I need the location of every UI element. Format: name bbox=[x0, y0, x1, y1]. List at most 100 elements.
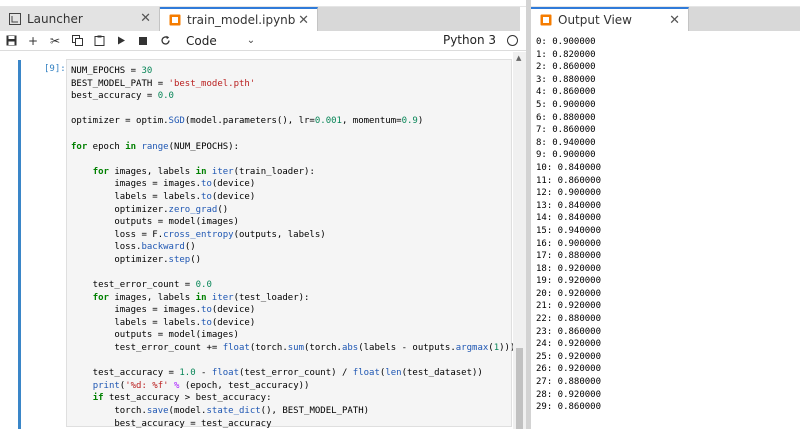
chevron-down-icon: ⌄ bbox=[246, 35, 256, 46]
code-token: (test_loader): bbox=[233, 292, 310, 303]
code-line[interactable]: for epoch in range(NUM_EPOCHS): bbox=[71, 141, 521, 154]
code-token: sum bbox=[287, 343, 305, 354]
code-line[interactable]: torch.save(model.state_dict(), BEST_MODE… bbox=[71, 405, 521, 418]
code-token: best_accuracy = bbox=[71, 91, 158, 102]
code-token: labels = labels. bbox=[71, 317, 202, 328]
code-token: 0.0 bbox=[157, 91, 174, 102]
code-line[interactable] bbox=[71, 267, 521, 280]
output-line: 13: 0.840000 bbox=[536, 200, 602, 211]
close-icon[interactable]: ✕ bbox=[669, 13, 680, 28]
code-line[interactable]: for images, labels in iter(train_loader)… bbox=[71, 166, 521, 179]
code-token: argmax bbox=[455, 343, 489, 354]
code-token: if bbox=[92, 393, 104, 404]
output-line: 2: 0.860000 bbox=[536, 62, 596, 73]
code-line[interactable]: for images, labels in iter(test_loader): bbox=[71, 292, 521, 305]
output-line: 16: 0.900000 bbox=[536, 238, 602, 249]
copy-icon[interactable] bbox=[66, 31, 88, 51]
code-token: (train_loader): bbox=[233, 166, 315, 177]
code-line[interactable] bbox=[71, 128, 521, 141]
code-token: (outputs, labels) bbox=[233, 229, 326, 240]
kernel-name[interactable]: Python 3 bbox=[443, 33, 496, 47]
code-line[interactable]: BEST_MODEL_PATH = 'best_model.pth' bbox=[71, 78, 521, 91]
stop-icon[interactable] bbox=[132, 31, 154, 51]
output-line: 24: 0.920000 bbox=[536, 339, 602, 350]
code-line[interactable]: loss.backward() bbox=[71, 241, 521, 254]
run-icon[interactable] bbox=[110, 31, 132, 51]
code-line[interactable]: NUM_EPOCHS = 30 bbox=[71, 65, 521, 78]
code-line[interactable]: test_error_count = 0.0 bbox=[71, 279, 521, 292]
tab-launcher[interactable]: Launcher ✕ bbox=[0, 7, 160, 31]
code-token: 0.001 bbox=[314, 116, 342, 127]
restart-icon[interactable] bbox=[154, 31, 176, 51]
code-token: (NUM_EPOCHS): bbox=[168, 141, 240, 152]
scrollbar-thumb[interactable] bbox=[516, 348, 523, 429]
code-line[interactable]: outputs = model(images) bbox=[71, 329, 521, 342]
output-line: 25: 0.920000 bbox=[536, 351, 602, 362]
code-line[interactable]: labels = labels.to(device) bbox=[71, 191, 521, 204]
code-line[interactable] bbox=[71, 355, 521, 368]
cell-type-select[interactable]: Code ⌄ bbox=[186, 34, 255, 48]
output-line: 11: 0.860000 bbox=[536, 175, 602, 186]
code-line[interactable]: test_error_count += float(torch.sum(torc… bbox=[71, 342, 520, 355]
code-token: SGD bbox=[168, 116, 185, 127]
code-line[interactable]: labels = labels.to(device) bbox=[71, 317, 521, 330]
code-line[interactable] bbox=[71, 153, 521, 166]
code-token: 30 bbox=[141, 66, 153, 76]
cut-icon[interactable]: ✂ bbox=[44, 31, 66, 51]
notebook-scrollbar[interactable]: ▲ bbox=[513, 52, 526, 429]
code-token: epoch bbox=[87, 141, 126, 152]
code-token: for bbox=[92, 166, 109, 177]
code-token: (), BEST_MODEL_PATH) bbox=[260, 406, 370, 417]
code-token: in bbox=[125, 141, 137, 152]
code-token: float bbox=[352, 368, 380, 379]
output-line: 7: 0.860000 bbox=[536, 125, 596, 136]
paste-icon[interactable] bbox=[88, 31, 110, 51]
code-token: optimizer. bbox=[71, 254, 169, 265]
tab-train-model[interactable]: train_model.ipynb ✕ bbox=[160, 7, 318, 31]
tab-output-view[interactable]: Output View ✕ bbox=[531, 7, 689, 31]
output-line: 3: 0.880000 bbox=[536, 74, 596, 85]
code-token: BEST_MODEL_PATH = bbox=[71, 78, 169, 89]
scroll-up-icon[interactable]: ▲ bbox=[516, 54, 521, 62]
output-line: 12: 0.900000 bbox=[536, 188, 602, 199]
code-token: (device) bbox=[211, 179, 256, 190]
code-line[interactable]: outputs = model(images) bbox=[71, 216, 521, 229]
code-line[interactable]: optimizer.step() bbox=[71, 254, 521, 267]
output-line: 1: 0.820000 bbox=[536, 49, 596, 60]
code-token: zero_grad bbox=[168, 204, 218, 215]
code-token: torch. bbox=[71, 406, 147, 417]
active-cell-indicator bbox=[18, 60, 21, 429]
code-cell-editor[interactable]: NUM_EPOCHS = 30 BEST_MODEL_PATH = 'best_m… bbox=[66, 59, 521, 429]
code-line[interactable]: best_accuracy = 0.0 bbox=[71, 90, 521, 103]
code-line[interactable]: images = images.to(device) bbox=[71, 304, 521, 317]
code-token: backward bbox=[141, 242, 185, 253]
code-line[interactable]: best_accuracy = test_accuracy bbox=[71, 418, 521, 429]
notebook-panel: [9]: NUM_EPOCHS = 30 BEST_MODEL_PATH = 'b… bbox=[0, 52, 526, 429]
code-line[interactable]: images = images.to(device) bbox=[71, 178, 521, 191]
code-line[interactable]: print('%d: %f' % (epoch, test_accuracy)) bbox=[71, 380, 521, 393]
code-line[interactable]: optimizer.zero_grad() bbox=[71, 204, 521, 217]
close-icon[interactable]: ✕ bbox=[140, 11, 151, 26]
output-line: 22: 0.880000 bbox=[536, 314, 602, 325]
code-token: to bbox=[201, 179, 212, 190]
code-token: (labels - outputs. bbox=[358, 343, 456, 354]
save-icon[interactable] bbox=[0, 31, 22, 51]
close-icon[interactable]: ✕ bbox=[298, 13, 309, 28]
code-line[interactable]: loss = F.cross_entropy(outputs, labels) bbox=[71, 229, 521, 242]
code-line[interactable]: test_accuracy = 1.0 - float(test_error_c… bbox=[71, 367, 521, 380]
code-line[interactable] bbox=[71, 103, 521, 116]
code-token: (model. bbox=[168, 406, 207, 417]
add-cell-icon[interactable]: + bbox=[22, 31, 44, 51]
code-token: , momentum= bbox=[341, 116, 402, 127]
code-token: 'best_model.pth' bbox=[168, 78, 256, 89]
code-token: in bbox=[195, 166, 207, 177]
code-line[interactable]: optimizer = optim.SGD(model.parameters()… bbox=[71, 115, 521, 128]
code-line[interactable]: if test_accuracy > best_accuracy: bbox=[71, 392, 521, 405]
code-content[interactable]: NUM_EPOCHS = 30 BEST_MODEL_PATH = 'best_m… bbox=[71, 65, 521, 429]
code-token: to bbox=[201, 191, 212, 202]
code-token: print bbox=[92, 380, 120, 391]
window-top-strip bbox=[0, 0, 800, 7]
